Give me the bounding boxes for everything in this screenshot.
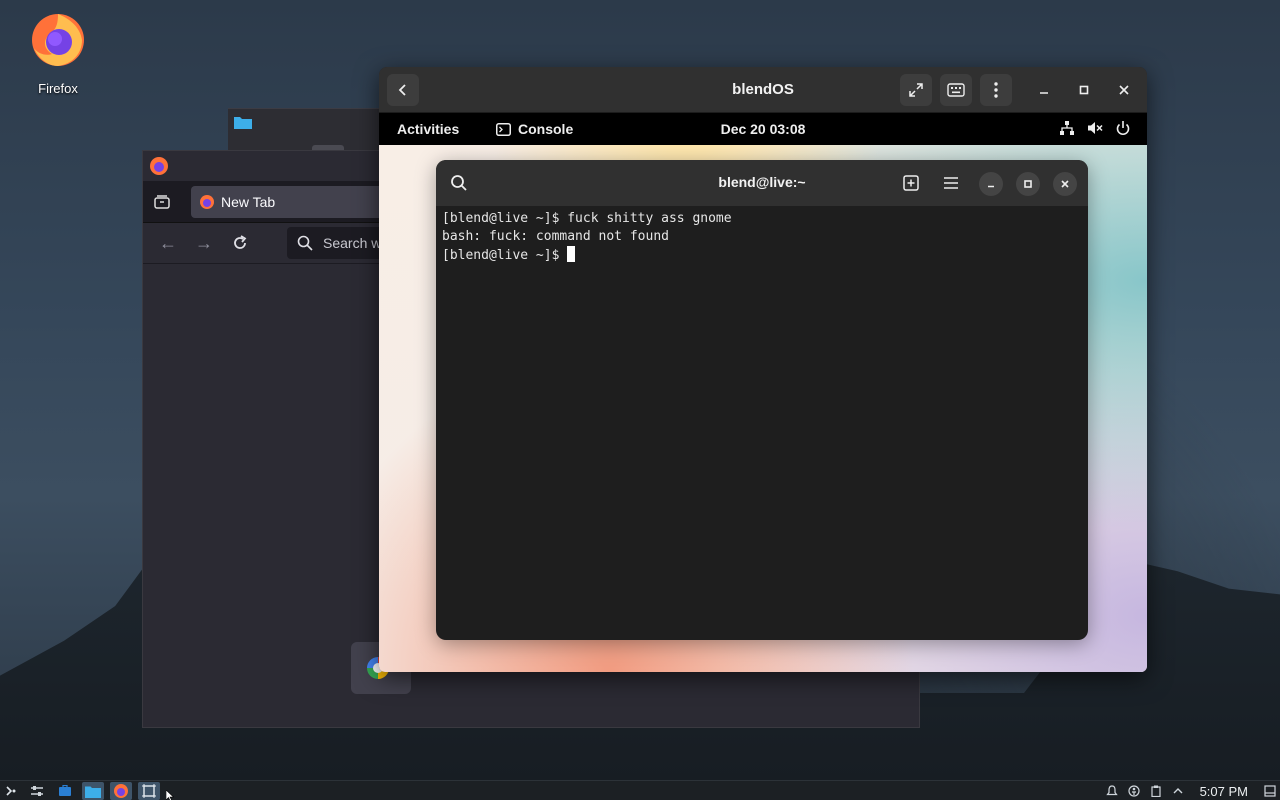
system-tray: 5:07 PM [1105,782,1276,800]
reload-icon[interactable] [231,234,249,252]
notifications-icon[interactable] [1105,785,1118,797]
blendos-window[interactable]: blendOS Activities Console Dec 20 03:08 … [379,67,1147,672]
taskbar-system-settings[interactable] [26,782,48,800]
menu-button[interactable] [980,74,1012,106]
store-icon [59,785,71,796]
keyboard-icon [947,83,965,97]
hamburger-menu-icon [944,177,958,189]
window-frame-icon [142,784,156,798]
firefox-icon [200,195,214,209]
terminal-cursor [567,246,576,262]
terminal-output[interactable]: [blend@live ~]$ fuck shitty ass gnome bas… [436,206,1088,269]
terminal-prompt-line: [blend@live ~]$ [442,246,1082,265]
power-icon [1116,121,1130,136]
terminal-headerbar[interactable]: blend@live:~ [436,160,1088,206]
terminal-maximize-button[interactable] [1016,172,1040,196]
minimize-icon [1040,92,1048,94]
settings-sliders-icon [31,786,43,796]
blendos-headerbar[interactable]: blendOS [379,67,1147,113]
tab-overview-icon[interactable] [153,193,171,211]
firefox-icon [150,157,168,175]
desktop-icon-label: Firefox [38,81,78,96]
close-button[interactable] [1113,79,1135,101]
terminal-line: [blend@live ~]$ fuck shitty ass gnome [442,211,732,226]
firefox-icon [114,784,128,798]
desktop-icon-firefox[interactable]: Firefox [22,8,94,96]
minimize-button[interactable] [1033,79,1055,101]
tab-title: New Tab [221,194,276,210]
taskbar: 5:07 PM [0,780,1280,800]
terminal-close-button[interactable] [1053,172,1077,196]
minimize-icon [988,185,994,188]
show-desktop-icon[interactable] [1264,785,1276,797]
kebab-menu-icon [994,82,998,98]
taskbar-clock[interactable]: 5:07 PM [1200,784,1248,799]
taskbar-blendos-window[interactable] [138,782,160,800]
mouse-cursor-icon [166,790,174,800]
maximize-button[interactable] [1073,79,1095,101]
fullscreen-button[interactable] [900,74,932,106]
folder-icon [85,786,101,798]
chevron-up-icon[interactable] [1172,785,1184,797]
new-tab-button[interactable] [900,172,922,194]
taskbar-discover[interactable] [54,782,76,800]
gnome-clock[interactable]: Dec 20 03:08 [379,121,1147,137]
tab-new-tab[interactable]: New Tab [191,186,391,218]
window-title: blendOS [732,81,794,98]
forward-arrow-icon[interactable]: → [195,233,213,254]
close-icon [1061,180,1069,188]
terminal-prompt: [blend@live ~]$ [442,248,568,263]
terminal-minimize-button[interactable] [979,172,1003,196]
firefox-icon [32,14,84,66]
taskbar-file-manager[interactable] [82,782,104,800]
add-tab-icon [903,175,919,191]
search-icon [297,235,313,251]
network-icon [1060,121,1074,135]
launcher-icon [6,786,16,796]
volume-muted-icon [1088,122,1103,134]
expand-icon [909,83,923,97]
back-arrow-icon[interactable]: ← [159,233,177,254]
maximize-icon [1079,85,1089,95]
url-placeholder: Search w [323,235,382,251]
gnome-desktop: Activities Console Dec 20 03:08 blend@li… [379,113,1147,672]
terminal-window[interactable]: blend@live:~ [blend@live ~]$ fuck shitty… [436,160,1088,640]
maximize-icon [1024,180,1032,188]
accessibility-icon[interactable] [1127,785,1140,797]
hamburger-menu-button[interactable] [940,172,962,194]
app-launcher-button[interactable] [0,782,22,800]
gnome-top-bar: Activities Console Dec 20 03:08 [379,113,1147,145]
folder-icon [234,117,252,129]
terminal-line: bash: fuck: command not found [442,229,669,244]
keyboard-button[interactable] [940,74,972,106]
system-menu[interactable] [1059,120,1131,136]
clipboard-icon[interactable] [1150,785,1162,797]
close-icon [1119,85,1129,95]
taskbar-firefox[interactable] [110,782,132,800]
